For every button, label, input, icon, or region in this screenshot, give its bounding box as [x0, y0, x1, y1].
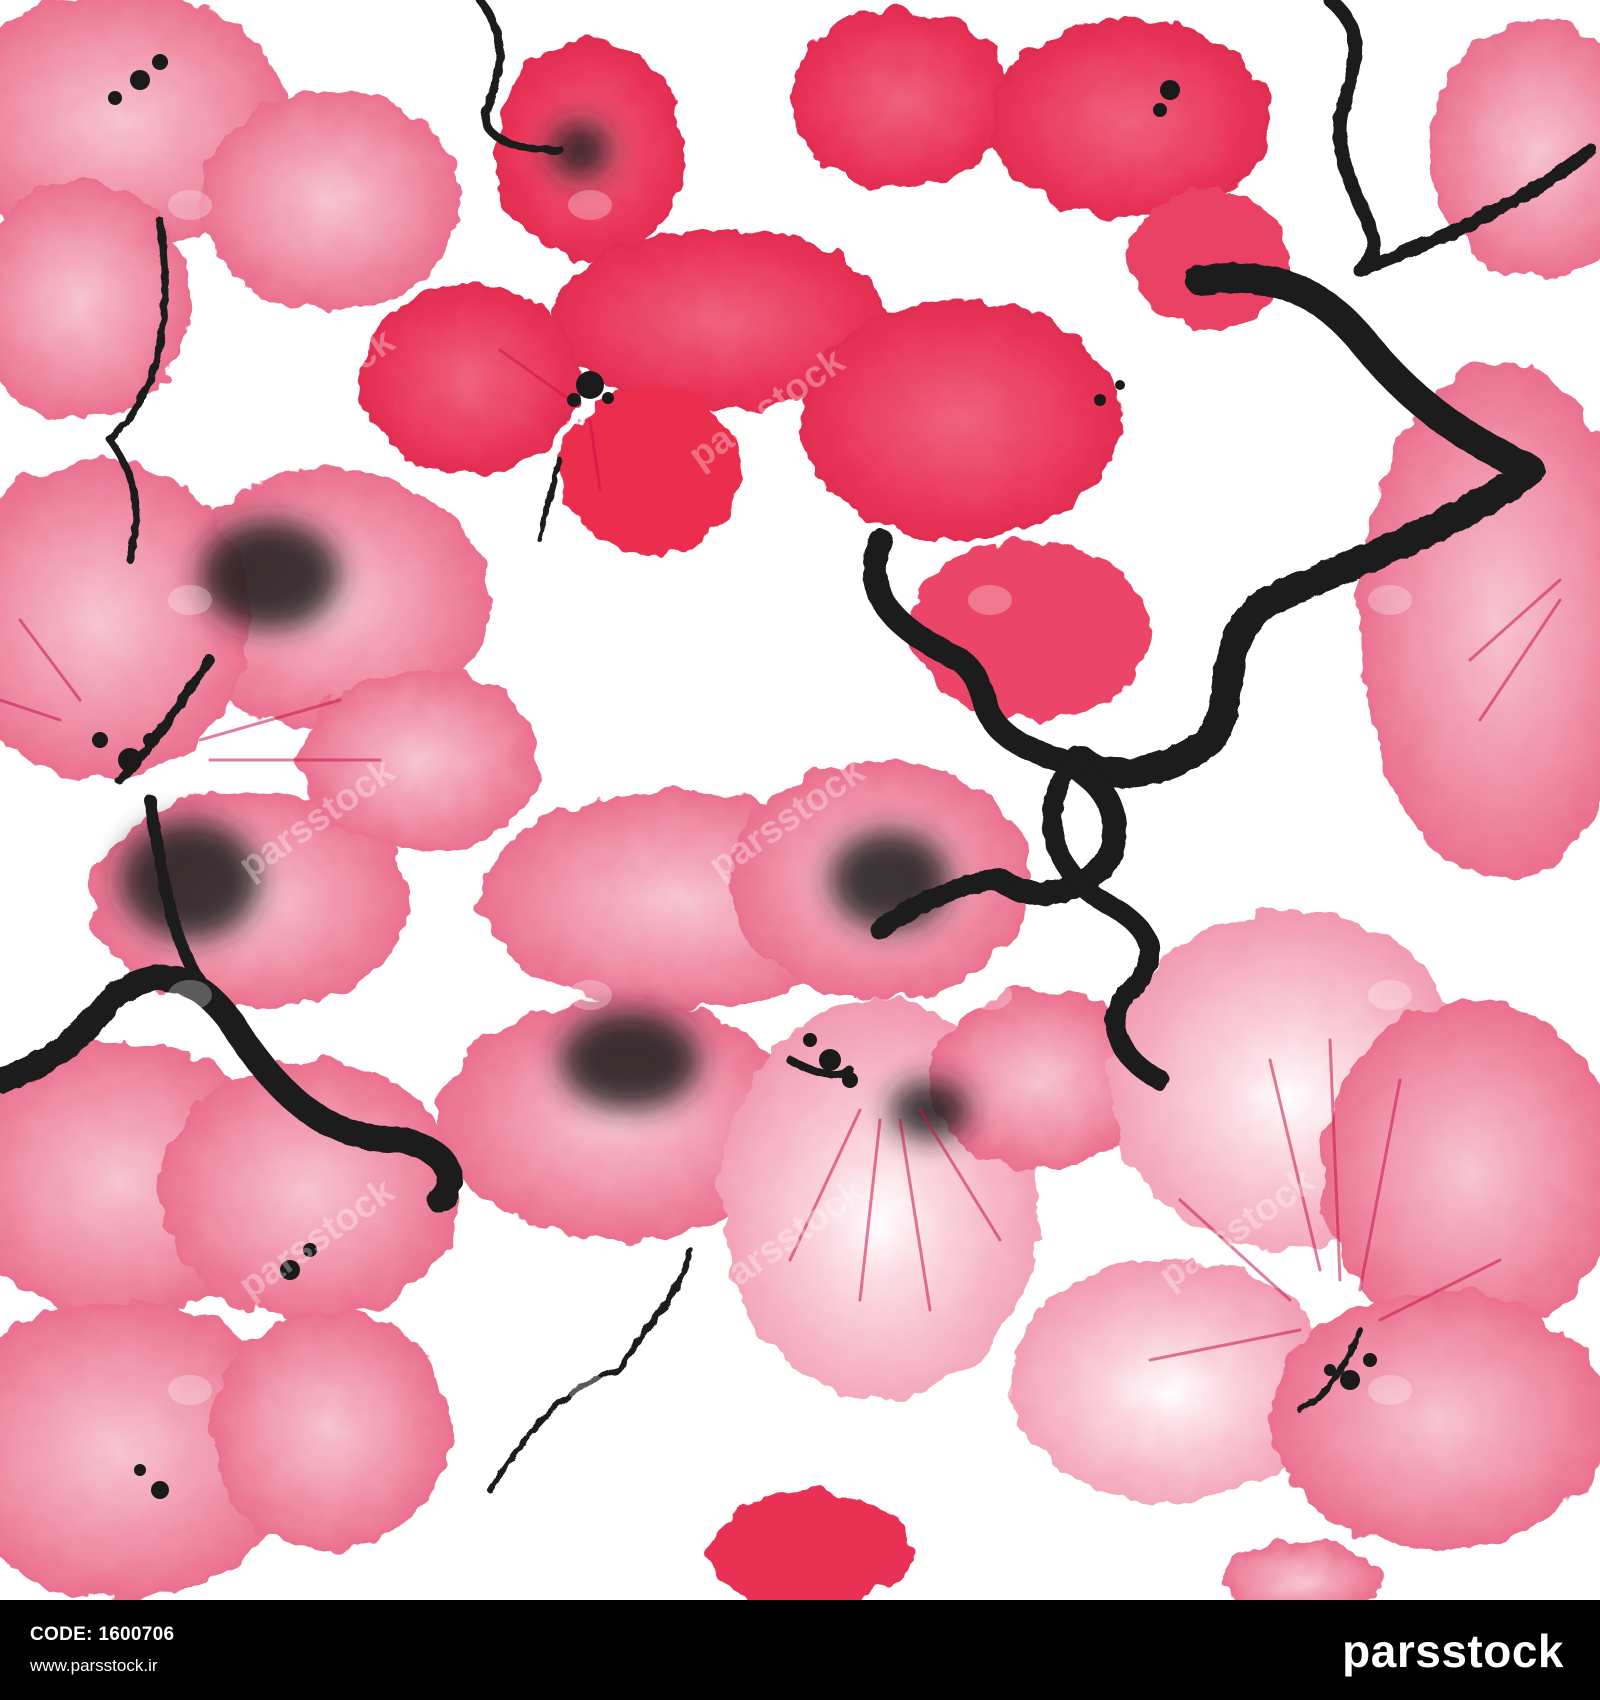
brand-logo[interactable]: parsstock — [1342, 1620, 1564, 1682]
stock-footer-bar: CODE: 1600706 www.parsstock.ir parsstock — [0, 1600, 1600, 1700]
stock-image-page: parsstock parsstock parsstock parsstock … — [0, 0, 1600, 1700]
image-code: CODE: 1600706 — [30, 1624, 174, 1646]
code-label: CODE: — [30, 1624, 93, 1645]
watercolor-blossom-artwork: parsstock parsstock parsstock parsstock … — [0, 0, 1600, 1600]
site-url-link[interactable]: www.parsstock.ir — [30, 1656, 158, 1676]
brand-name: parsstock — [1342, 1625, 1564, 1677]
watermark-text: parsstock — [1131, 339, 1303, 477]
code-value: 1600706 — [98, 1624, 175, 1645]
